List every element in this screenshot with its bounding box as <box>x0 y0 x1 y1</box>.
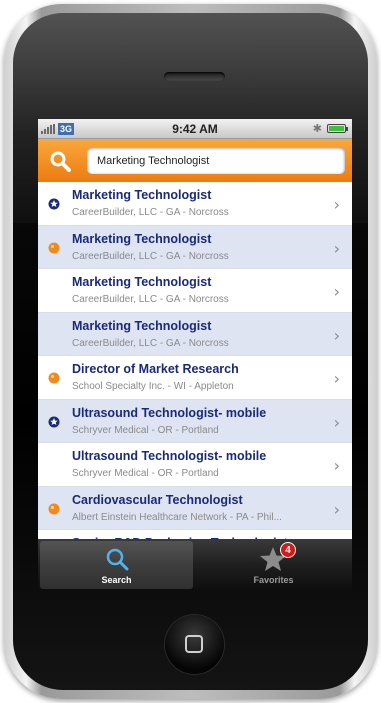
chevron-right-icon: › <box>333 456 340 475</box>
job-title: Marketing Technologist <box>72 318 212 333</box>
search-icon[interactable] <box>49 150 71 172</box>
job-company-location: Schryver Medical - OR - Portland <box>72 424 219 436</box>
star-badge-icon <box>48 198 60 210</box>
job-results-list: Marketing Technologist CareerBuilder, LLC… <box>38 182 352 539</box>
status-bar: 3G 9:42 AM ✱ <box>38 119 352 139</box>
orange-dot-icon <box>48 242 60 253</box>
list-item[interactable]: Marketing Technologist CareerBuilder, LLC… <box>38 182 352 226</box>
job-company-location: Schryver Medical - OR - Portland <box>72 468 219 479</box>
earpiece-speaker <box>164 72 225 81</box>
favorites-badge: 4 <box>280 542 296 558</box>
job-title: Marketing Technologist <box>72 188 212 202</box>
list-item[interactable]: Ultrasound Technologist- mobile Schryver … <box>38 399 352 443</box>
job-company-location: CareerBuilder, LLC - GA - Norcross <box>72 337 229 349</box>
list-item[interactable]: Ultrasound Technologist- mobile Schryver … <box>38 443 352 487</box>
bluetooth-icon: ✱ <box>312 123 322 135</box>
job-company-location: CareerBuilder, LLC - GA - Norcross <box>72 207 229 218</box>
orange-dot-icon <box>48 372 60 384</box>
chevron-right-icon: › <box>333 325 340 345</box>
star-badge-icon <box>48 416 60 427</box>
chevron-right-icon: › <box>333 499 340 519</box>
tab-search-label: Search <box>101 575 132 585</box>
status-time: 9:42 AM <box>172 122 218 136</box>
list-item[interactable]: Marketing Technologist CareerBuilder, LLC… <box>38 225 352 269</box>
search-input[interactable] <box>87 147 345 174</box>
battery-icon <box>327 124 348 133</box>
list-item[interactable]: Cardiovascular Technologist Albert Einste… <box>38 486 352 530</box>
home-square-icon <box>185 635 203 653</box>
orange-dot-icon <box>48 503 60 514</box>
job-title: Ultrasound Technologist- mobile <box>72 449 267 463</box>
chevron-right-icon: › <box>333 195 340 214</box>
job-title: Marketing Technologist <box>72 231 212 246</box>
job-title: Ultrasound Technologist- mobile <box>72 405 267 420</box>
job-title: Marketing Technologist <box>72 275 212 289</box>
chevron-right-icon: › <box>333 369 340 388</box>
tab-favorites[interactable]: 4 Favorites <box>197 541 350 589</box>
chevron-right-icon: › <box>333 238 340 258</box>
job-title: Cardiovascular Technologist <box>72 492 243 507</box>
list-item[interactable]: Director of Market Research School Specia… <box>38 356 352 400</box>
job-company-location: CareerBuilder, LLC - GA - Norcross <box>72 294 229 305</box>
app-screen: 3G 9:42 AM ✱ Marketing Technologist Caree… <box>38 119 352 591</box>
tab-search[interactable]: Search <box>40 541 193 589</box>
job-company-location: School Specialty Inc. - WI - Appleton <box>72 381 234 392</box>
chevron-right-icon: › <box>333 412 340 432</box>
list-item[interactable]: Marketing Technologist CareerBuilder, LLC… <box>38 269 352 313</box>
job-title: Director of Market Research <box>72 362 239 376</box>
magnifier-icon <box>106 548 129 571</box>
job-company-location: CareerBuilder, LLC - GA - Norcross <box>72 250 229 262</box>
tab-bar: Search 4 Favorites <box>38 539 352 591</box>
job-company-location: Albert Einstein Healthcare Network - PA … <box>72 511 282 523</box>
list-item[interactable]: Senior R&D Packaging Technologist› <box>38 530 352 539</box>
home-button[interactable] <box>165 615 224 674</box>
list-item[interactable]: Marketing Technologist CareerBuilder, LLC… <box>38 312 352 356</box>
chevron-right-icon: › <box>333 282 340 301</box>
search-bar <box>38 139 352 182</box>
tab-favorites-label: Favorites <box>253 575 294 585</box>
